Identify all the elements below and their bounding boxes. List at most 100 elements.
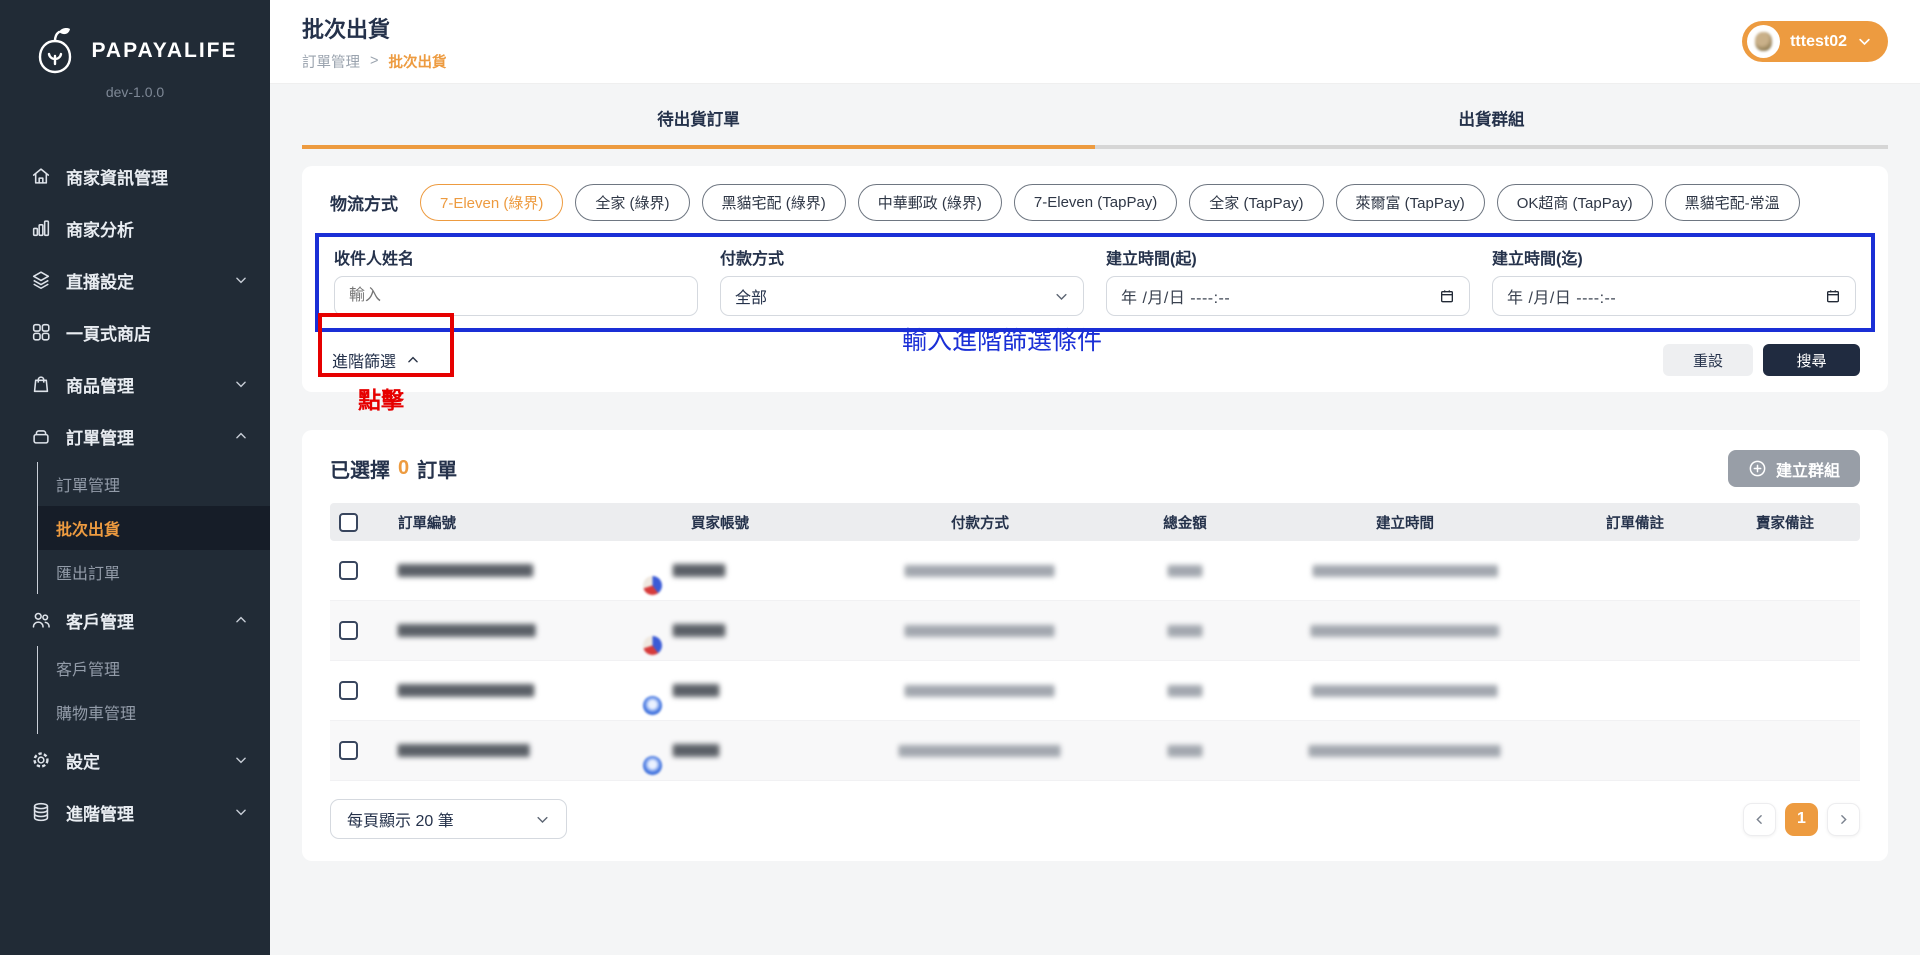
blurred-buyer-name	[673, 624, 725, 637]
row-checkbox[interactable]	[339, 681, 358, 700]
created-from-datetime-input[interactable]: 年 /月/日 ----:--	[1106, 276, 1470, 316]
plus-circle-icon	[1748, 459, 1767, 478]
calendar-icon[interactable]	[1825, 288, 1841, 304]
field-created-to: 建立時間(迄) 年 /月/日 ----:--	[1492, 245, 1856, 316]
pill-okmart-tappay[interactable]: OK超商 (TapPay)	[1497, 184, 1653, 221]
sidebar-menu: 商家資訊管理 商家分析 直播設定	[0, 150, 270, 838]
buyer-avatar	[615, 549, 659, 593]
pill-7eleven-ecpay[interactable]: 7-Eleven (綠界)	[420, 184, 563, 221]
user-name: tttest02	[1790, 33, 1847, 51]
annotation-input-hint-label: 輸入進階篩選條件	[902, 321, 1102, 357]
breadcrumb-separator: >	[370, 53, 378, 69]
field-recipient-name: 收件人姓名	[334, 245, 698, 316]
table-row[interactable]	[330, 721, 1860, 781]
sidebar-item-advanced-management[interactable]: 進階管理	[0, 786, 270, 838]
buyer-avatar	[615, 609, 659, 653]
pill-familymart-ecpay[interactable]: 全家 (綠界)	[575, 184, 689, 221]
sidebar-item-live-settings[interactable]: 直播設定	[0, 254, 270, 306]
selection-summary: 已選擇 0 訂單	[330, 454, 457, 483]
blurred-total-amount	[1168, 685, 1202, 697]
table-row[interactable]	[330, 601, 1860, 661]
pill-familymart-tappay[interactable]: 全家 (TapPay)	[1189, 184, 1323, 221]
payment-method-select[interactable]: 全部	[720, 276, 1084, 316]
tab-pending-orders[interactable]: 待出貨訂單	[302, 106, 1095, 149]
orders-table: 訂單編號 買家帳號 付款方式 總金額 建立時間 訂單備註 賣家備註	[330, 503, 1860, 781]
field-payment-method: 付款方式 全部	[720, 245, 1084, 316]
payment-method-label: 付款方式	[720, 245, 1084, 269]
breadcrumb-parent[interactable]: 訂單管理	[302, 51, 360, 72]
sidebar-subitem-cart-management[interactable]: 購物車管理	[38, 690, 270, 734]
sidebar-subitem-batch-shipping[interactable]: 批次出貨	[38, 506, 270, 550]
chevron-left-icon	[1753, 813, 1766, 826]
create-group-button[interactable]: 建立群組	[1728, 450, 1860, 487]
blurred-order-id	[398, 564, 533, 577]
layers-icon	[30, 269, 52, 291]
blurred-created-time	[1313, 565, 1498, 577]
sidebar: PAPAYALIFE dev-1.0.0 商家資訊管理 商家分析 直播設定	[0, 0, 270, 955]
sidebar-item-product-management[interactable]: 商品管理	[0, 358, 270, 410]
row-checkbox[interactable]	[339, 621, 358, 640]
order-management-submenu: 訂單管理 批次出貨 匯出訂單	[37, 462, 270, 594]
current-page-button[interactable]: 1	[1785, 803, 1818, 836]
pill-blackcat-ecpay[interactable]: 黑貓宅配 (綠界)	[702, 184, 846, 221]
blurred-created-time	[1312, 685, 1498, 697]
orders-card: 已選擇 0 訂單 建立群組 訂單編號 買家帳號 付款方式	[302, 430, 1888, 861]
calendar-icon[interactable]	[1439, 288, 1455, 304]
tab-shipping-groups[interactable]: 出貨群組	[1095, 106, 1888, 149]
chevron-up-icon	[406, 353, 420, 367]
brand-logo: PAPAYALIFE	[0, 0, 270, 76]
sidebar-subitem-export-orders[interactable]: 匯出訂單	[38, 550, 270, 594]
sidebar-item-customer-management[interactable]: 客戶管理	[0, 594, 270, 646]
col-order-note: 訂單備註	[1560, 512, 1710, 533]
user-menu-button[interactable]: tttest02	[1742, 21, 1888, 62]
next-page-button[interactable]	[1827, 803, 1860, 836]
logistics-row: 物流方式 7-Eleven (綠界) 全家 (綠界) 黑貓宅配 (綠界) 中華郵…	[330, 184, 1860, 221]
recipient-name-input[interactable]	[334, 276, 698, 316]
sidebar-subitem-order-management[interactable]: 訂單管理	[38, 462, 270, 506]
chevron-up-icon	[234, 613, 248, 627]
filter-card: 物流方式 7-Eleven (綠界) 全家 (綠界) 黑貓宅配 (綠界) 中華郵…	[302, 166, 1888, 392]
col-total-amount: 總金額	[1120, 512, 1250, 533]
breadcrumb-current: 批次出貨	[388, 51, 446, 72]
table-row[interactable]	[330, 541, 1860, 601]
sidebar-item-order-management[interactable]: 訂單管理	[0, 410, 270, 462]
pill-7eleven-tappay[interactable]: 7-Eleven (TapPay)	[1014, 184, 1177, 221]
filter-fields-annotated-blue-box: 收件人姓名 付款方式 全部 建立時間(起) 年 /月/日 ----:--	[315, 233, 1875, 332]
pill-chunghwa-post-ecpay[interactable]: 中華郵政 (綠界)	[858, 184, 1002, 221]
filter-buttons: 重設 搜尋	[1663, 344, 1860, 376]
advanced-filter-toggle[interactable]: 進階篩選	[330, 348, 420, 372]
app-version: dev-1.0.0	[0, 84, 270, 100]
created-to-datetime-input[interactable]: 年 /月/日 ----:--	[1492, 276, 1856, 316]
row-checkbox[interactable]	[339, 741, 358, 760]
col-order-id: 訂單編號	[370, 512, 600, 533]
pager: 1	[1743, 803, 1860, 836]
row-checkbox[interactable]	[339, 561, 358, 580]
pill-blackcat-room-temp[interactable]: 黑貓宅配-常溫	[1665, 184, 1800, 221]
annotation-click-label: 點擊	[358, 381, 404, 415]
select-all-checkbox[interactable]	[339, 513, 358, 532]
blurred-order-id	[398, 744, 530, 757]
col-created-time: 建立時間	[1250, 512, 1560, 533]
chevron-down-icon	[1857, 34, 1872, 49]
search-button[interactable]: 搜尋	[1763, 344, 1860, 376]
sidebar-item-settings[interactable]: 設定	[0, 734, 270, 786]
sidebar-subitem-customer-management[interactable]: 客戶管理	[38, 646, 270, 690]
page-size-select[interactable]: 每頁顯示 20 筆	[330, 799, 567, 839]
grid-icon	[30, 321, 52, 343]
user-avatar	[1747, 25, 1780, 58]
reset-button[interactable]: 重設	[1663, 344, 1753, 376]
order-box-icon	[30, 425, 52, 447]
sidebar-item-one-page-store[interactable]: 一頁式商店	[0, 306, 270, 358]
page-title: 批次出貨	[302, 12, 446, 44]
prev-page-button[interactable]	[1743, 803, 1776, 836]
top-header: 批次出貨 訂單管理 > 批次出貨 tttest02	[270, 0, 1920, 84]
sidebar-item-analytics[interactable]: 商家分析	[0, 202, 270, 254]
chevron-down-icon	[234, 377, 248, 391]
main-area: 批次出貨 訂單管理 > 批次出貨 tttest02 待出貨訂單 出貨群組	[270, 0, 1920, 955]
blurred-buyer-name	[673, 684, 719, 697]
sidebar-item-merchant-info[interactable]: 商家資訊管理	[0, 150, 270, 202]
chevron-down-icon	[234, 805, 248, 819]
table-row[interactable]	[330, 661, 1860, 721]
pill-hilife-tappay[interactable]: 萊爾富 (TapPay)	[1336, 184, 1485, 221]
table-header-row: 訂單編號 買家帳號 付款方式 總金額 建立時間 訂單備註 賣家備註	[330, 503, 1860, 541]
